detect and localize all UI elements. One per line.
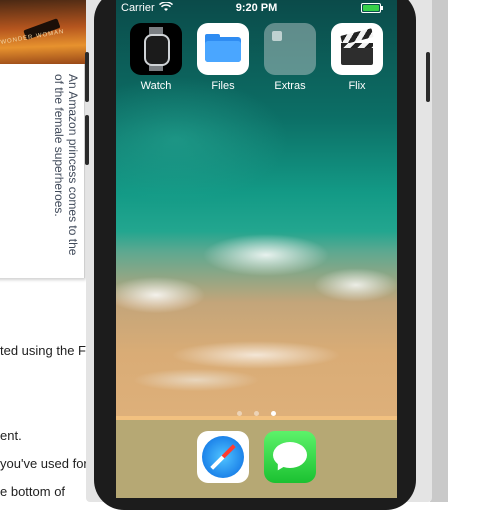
rotated-caption: An Amazon princess comes to the of the f… xyxy=(52,74,80,274)
battery-icon xyxy=(361,3,383,13)
clapperboard-icon xyxy=(331,23,383,75)
app-flix[interactable]: Flix xyxy=(331,23,383,92)
doc-text-line: ted using the F xyxy=(0,343,86,358)
volume-down-button[interactable] xyxy=(85,115,89,165)
folder-icon xyxy=(197,23,249,75)
home-screen: Carrier 9:20 PM Watch Files Extras Flix xyxy=(116,0,397,498)
doc-text-line: you've used for xyxy=(0,456,88,471)
dock xyxy=(116,416,397,498)
speech-bubble-icon[interactable] xyxy=(264,431,316,483)
app-label: Extras xyxy=(274,80,306,92)
compass-icon[interactable] xyxy=(197,431,249,483)
caption-line: An Amazon princess comes to the xyxy=(66,74,80,256)
wallpaper-waves xyxy=(116,205,397,400)
doc-text-line: ent. xyxy=(0,428,22,443)
app-files[interactable]: Files xyxy=(197,23,249,92)
app-label: Watch xyxy=(140,80,172,92)
app-watch[interactable]: Watch xyxy=(130,23,182,92)
device-shadow xyxy=(430,0,448,502)
volume-up-button[interactable] xyxy=(85,52,89,102)
watch-icon xyxy=(130,23,182,75)
status-bar: Carrier 9:20 PM xyxy=(116,0,397,16)
status-time: 9:20 PM xyxy=(235,2,278,14)
app-extras-folder[interactable]: Extras xyxy=(264,23,316,92)
battery-level xyxy=(363,5,379,11)
movie-poster-image: WONDER WOMAN xyxy=(0,0,96,71)
power-button[interactable] xyxy=(426,52,430,102)
app-label: Flix xyxy=(348,80,366,92)
app-label: Files xyxy=(211,80,235,92)
caption-line: of the female superheroes. xyxy=(52,74,66,217)
folder-group-icon xyxy=(264,23,316,75)
doc-text-line: e bottom of xyxy=(0,484,66,499)
